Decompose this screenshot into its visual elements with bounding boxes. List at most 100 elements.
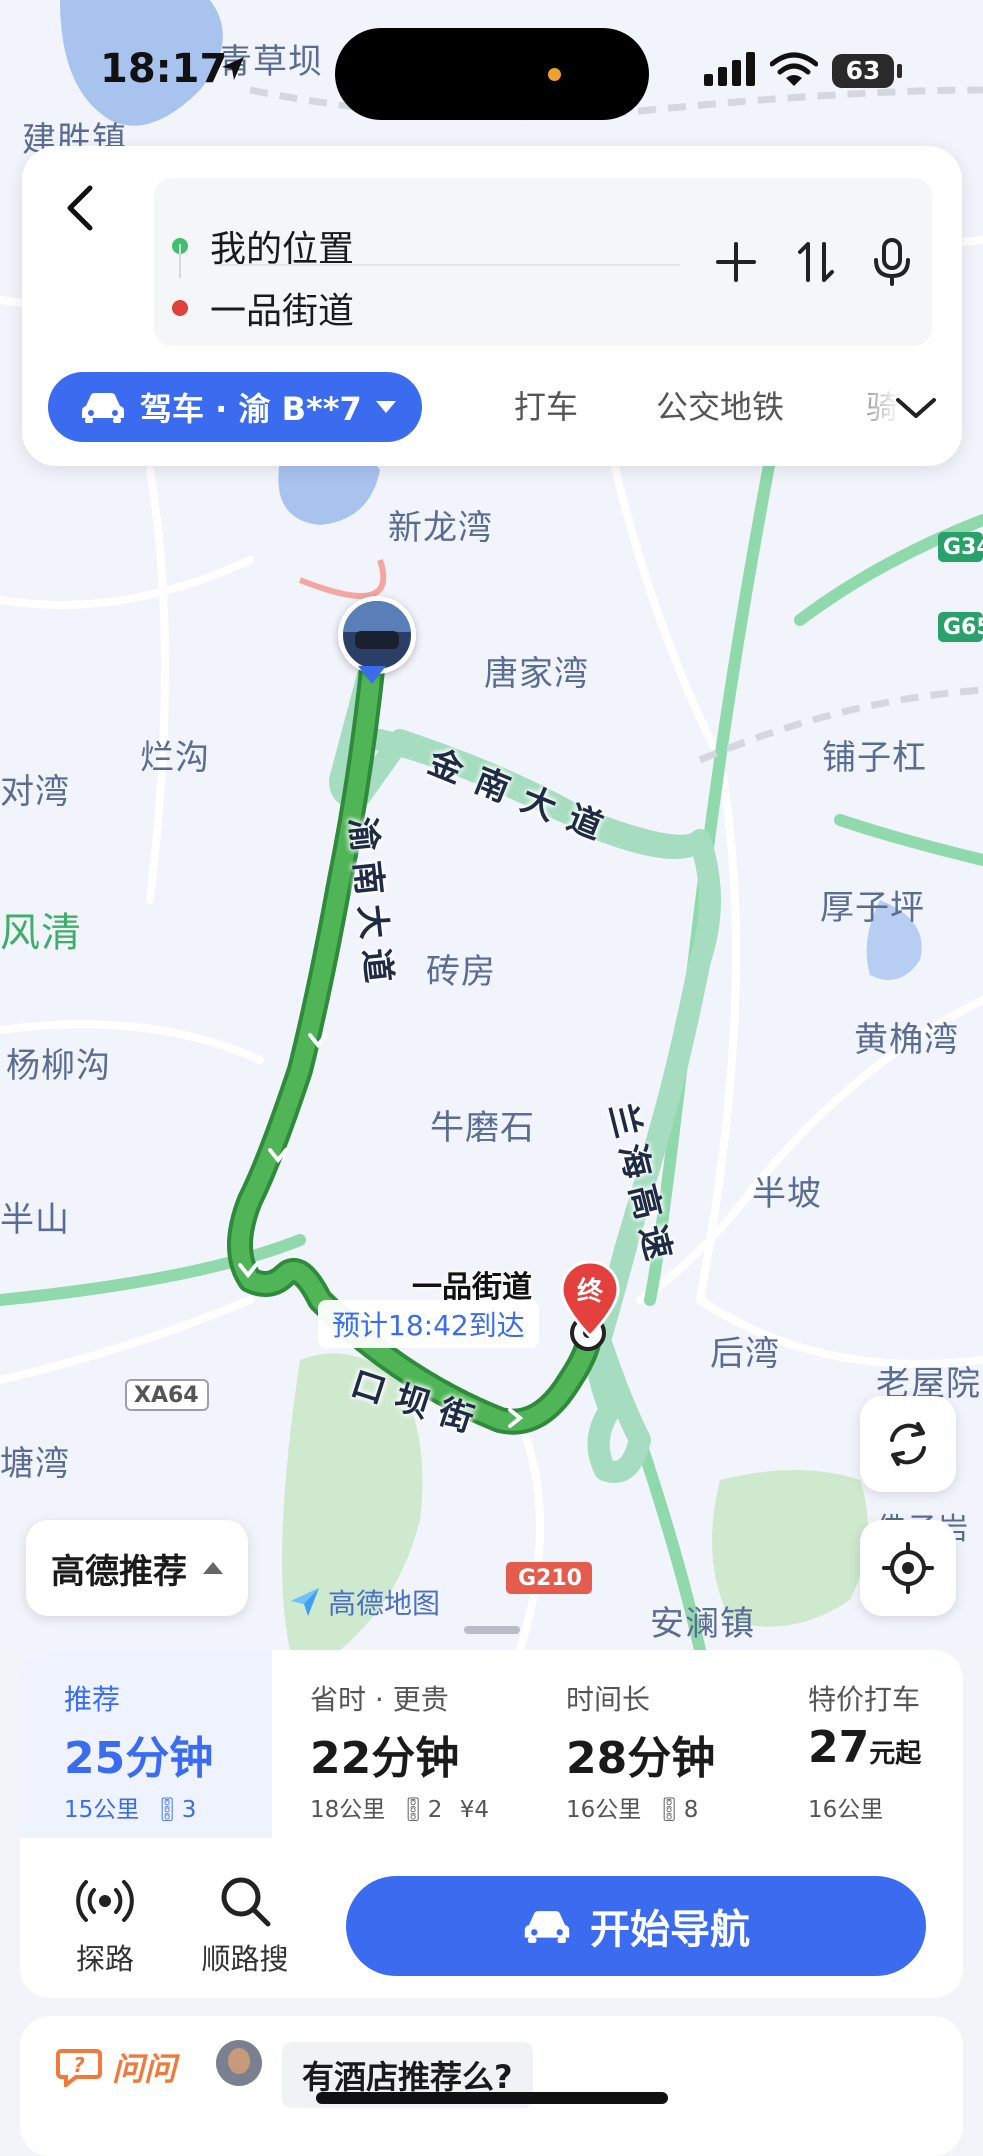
route-option-time: 22分钟 [310,1733,460,1784]
caret-up-icon [203,1562,223,1574]
tab-taxi[interactable]: 打车 [514,372,578,442]
route-planner-card: 我的位置 一品街道 驾车 · 渝 B**7 打车 公交地铁 [22,146,962,466]
route-option-details: 16公里 [808,1797,884,1823]
chevron-down-icon [896,398,936,418]
route-option-price: 27元起 [808,1722,922,1773]
map-label: 塘湾 [0,1444,70,1484]
map-label: 风清 [0,910,82,956]
plus-icon [716,242,756,282]
route-option-discount-taxi[interactable]: 特价打车 27元起 16公里 [772,1650,963,1838]
route-option-title: 省时 · 更贵 [310,1683,449,1716]
search-icon [221,1877,271,1927]
more-modes-button[interactable] [884,376,948,440]
add-stop-button[interactable] [704,230,768,294]
destination-text: 一品街道 [210,291,355,332]
avatar [216,2040,262,2086]
traffic-light-icon: 🚦︎ [152,1797,182,1823]
home-indicator[interactable] [316,2092,668,2104]
locate-me-button[interactable] [860,1520,956,1616]
car-icon [524,1911,570,1943]
map-label: 黄桷湾 [854,1020,959,1060]
start-location-pointer [358,666,386,684]
tab-drive[interactable]: 驾车 · 渝 B**7 [48,372,422,442]
origin-field[interactable]: 我的位置 [172,216,354,276]
map-label: 铺子杠 [822,738,927,778]
dynamic-island [335,28,649,120]
map-label: 唐家湾 [484,654,589,694]
divider [218,264,680,266]
ask-logo: ? 问问 [56,2044,176,2090]
swap-icon [798,242,834,282]
map-label: 半山 [0,1200,70,1240]
explore-road-button[interactable]: 探路 [50,1872,160,1978]
route-option-recommended[interactable]: 推荐 25分钟 15公里 🚦︎3 [20,1650,272,1838]
tab-transit[interactable]: 公交地铁 [656,372,784,442]
end-marker-icon[interactable]: 终 [560,1260,620,1338]
ask-logo-text: 问问 [112,2050,177,2088]
swap-button[interactable] [784,230,848,294]
destination-field[interactable]: 一品街道 [172,278,354,338]
map-label: 砖房 [426,952,496,992]
map-label: 半坡 [752,1174,822,1214]
route-option-details: 16公里 🚦︎8 [566,1797,699,1823]
battery-tip [897,64,902,78]
microphone-icon [874,238,910,286]
search-along-route-button[interactable]: 顺路搜 [190,1872,300,1978]
map-label: 对湾 [0,772,70,812]
route-option-details: 15公里 🚦︎3 [64,1797,197,1823]
address-box: 我的位置 一品街道 [154,178,932,346]
map-label: 新龙湾 [388,508,493,548]
route-options-sheet: 推荐 25分钟 15公里 🚦︎3 省时 · 更贵 22分钟 18公里 🚦︎2 ¥… [20,1650,963,1998]
explore-road-label: 探路 [75,1942,134,1976]
explore-icon [76,1880,134,1922]
eta-label: 预计18:42到达 [318,1300,539,1348]
locate-icon [882,1542,934,1594]
wifi-icon [770,52,818,86]
status-bar: 18:17 63 [0,0,983,140]
map-label: 牛磨石 [430,1108,535,1148]
sheet-drag-handle[interactable] [464,1626,520,1634]
cellular-signal-icon [704,52,755,86]
route-option-details: 18公里 🚦︎2 ¥4 [310,1797,490,1823]
traffic-light-icon: 🚦︎ [398,1797,428,1823]
traffic-light-icon: 🚦︎ [654,1797,684,1823]
chat-bubble-icon: ? [56,2049,102,2087]
map-label: 杨柳沟 [6,1046,111,1086]
start-navigation-label: 开始导航 [590,1907,750,1953]
location-arrow-icon [222,57,244,80]
route-option-title: 特价打车 [808,1683,921,1716]
map-label: 后湾 [710,1334,780,1374]
caret-down-icon [375,401,396,413]
status-time: 18:17 [100,46,228,92]
destination-dot [172,300,188,316]
svg-text:XA64: XA64 [134,1383,199,1408]
route-option-title: 推荐 [64,1683,121,1716]
map-label: 安澜镇 [650,1604,755,1644]
travel-mode-tabs: 驾车 · 渝 B**7 打车 公交地铁 骑 [48,372,948,442]
svg-text:G65: G65 [943,615,983,640]
refresh-icon [890,1422,926,1466]
voice-input-button[interactable] [860,230,924,294]
car-icon [82,393,124,423]
back-icon[interactable] [52,178,112,238]
svg-text:?: ? [73,2053,85,2077]
ask-assistant-card[interactable]: ? 问问 有酒店推荐么? [20,2016,963,2156]
route-preference-button[interactable]: 高德推荐 [26,1520,248,1616]
watermark-text: 高德地图 [328,1587,441,1620]
route-option-time: 25分钟 [64,1733,214,1784]
refresh-route-button[interactable] [860,1396,956,1492]
svg-text:G34: G34 [943,535,983,560]
start-navigation-button[interactable]: 开始导航 [346,1876,926,1976]
svg-text:终: 终 [577,1276,604,1307]
svg-text:G210: G210 [518,1566,582,1591]
battery-icon: 63 [832,54,894,88]
map-label: 厚子坪 [820,888,925,928]
tab-drive-label: 驾车 · 渝 B**7 [140,390,362,428]
route-option-time: 28分钟 [566,1733,716,1784]
route-option-title: 时间长 [566,1683,651,1716]
start-location-avatar[interactable] [338,596,416,674]
map-watermark: 高德地图 [288,1582,440,1622]
route-preference-label: 高德推荐 [51,1551,187,1592]
route-option-longer[interactable]: 时间长 28分钟 16公里 🚦︎8 [532,1650,772,1838]
route-option-faster[interactable]: 省时 · 更贵 22分钟 18公里 🚦︎2 ¥4 [272,1650,532,1838]
